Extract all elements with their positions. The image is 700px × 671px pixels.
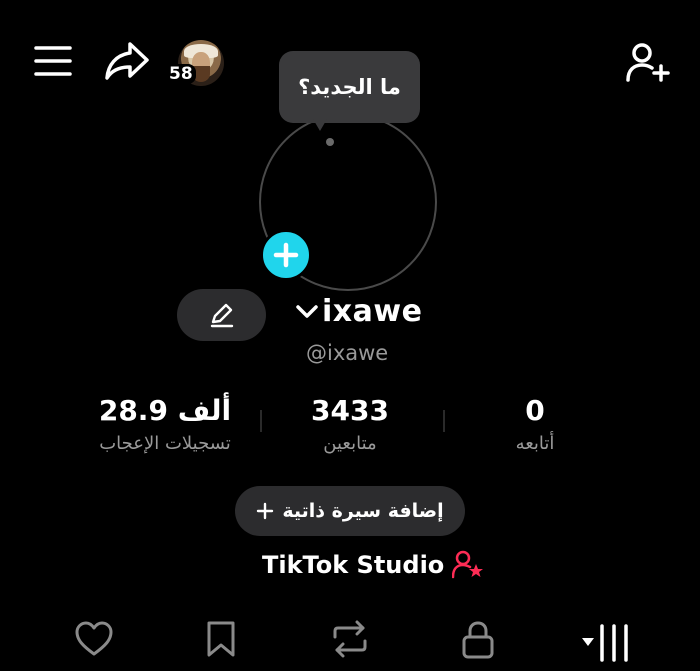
- avatar-dot: [326, 138, 334, 146]
- add-bio-button[interactable]: إضافة سيرة ذاتية: [235, 486, 465, 536]
- stats-divider: [443, 410, 445, 432]
- likes-count: 28.9 ألف: [98, 394, 232, 427]
- following-count[interactable]: 0: [505, 394, 565, 427]
- pencil-icon: [209, 302, 235, 328]
- lock-icon[interactable]: [460, 620, 496, 664]
- stats-divider: [260, 410, 262, 432]
- heart-icon[interactable]: [74, 620, 114, 662]
- menu-icon[interactable]: [34, 44, 72, 78]
- add-avatar-button[interactable]: [260, 229, 312, 281]
- add-friend-icon[interactable]: [626, 42, 670, 84]
- tiktok-studio-link[interactable]: TikTok Studio: [262, 550, 484, 580]
- videos-grid-icon[interactable]: [580, 624, 636, 668]
- edit-profile-button[interactable]: [177, 289, 266, 341]
- followers-count[interactable]: 3433: [300, 394, 400, 427]
- repost-icon[interactable]: [330, 620, 370, 662]
- plus-icon: [273, 242, 299, 268]
- add-bio-label: إضافة سيرة ذاتية: [282, 500, 444, 522]
- followers-label[interactable]: متابعين: [300, 433, 400, 454]
- user-handle: @ixawe: [306, 341, 389, 365]
- plus-icon: [256, 502, 274, 520]
- following-label[interactable]: أتابعه: [495, 433, 575, 454]
- studio-label: TikTok Studio: [262, 551, 445, 579]
- chevron-down-icon: [296, 304, 318, 320]
- username-switcher[interactable]: ixawe: [296, 294, 422, 329]
- notification-count-badge: 58: [166, 64, 196, 84]
- bubble-tail: [313, 119, 327, 131]
- whats-new-label: ما الجديد؟: [298, 75, 401, 99]
- username: ixawe: [322, 294, 423, 329]
- share-icon[interactable]: [104, 41, 150, 81]
- bookmark-icon[interactable]: [205, 620, 237, 662]
- likes-label: تسجيلات الإعجاب: [99, 433, 231, 454]
- whats-new-bubble[interactable]: ما الجديد؟: [279, 51, 420, 123]
- creator-star-icon: [452, 550, 484, 580]
